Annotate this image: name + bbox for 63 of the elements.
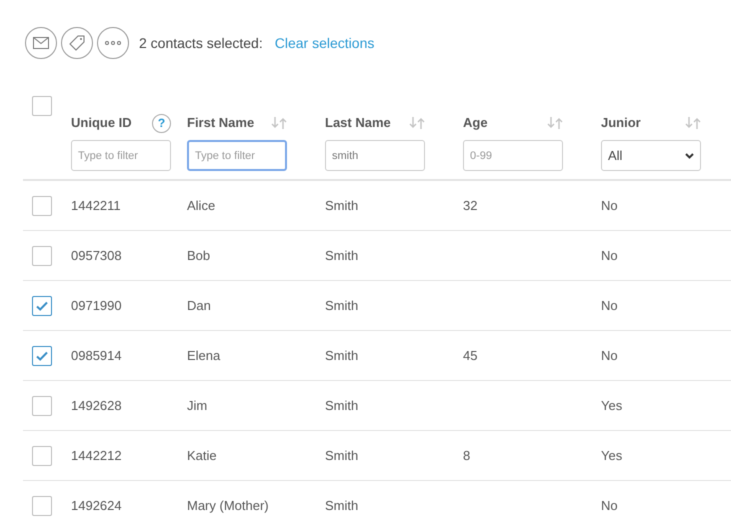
filter-field[interactable]: Type to filter xyxy=(71,140,171,171)
table-cell: 1492628 xyxy=(71,398,122,413)
table-cell: Smith xyxy=(325,398,358,413)
table-cell: Jim xyxy=(187,398,208,413)
more-button[interactable] xyxy=(97,27,129,59)
table-cell: 0985914 xyxy=(71,348,122,363)
table-cell: Yes xyxy=(601,398,622,413)
filter-field[interactable]: smith xyxy=(325,140,425,171)
table-cell: Bob xyxy=(187,248,210,263)
table-cell: Yes xyxy=(601,448,622,463)
table-cell: 0957308 xyxy=(71,248,122,263)
sort-icon[interactable] xyxy=(409,117,425,129)
table-cell: No xyxy=(601,248,618,263)
table-cell: No xyxy=(601,198,618,213)
table-cell: No xyxy=(601,298,618,313)
column-header: Unique ID xyxy=(71,114,132,132)
filter-field[interactable]: Type to filter xyxy=(187,140,287,171)
table-cell: Dan xyxy=(187,298,211,313)
table-cell: Smith xyxy=(325,448,358,463)
filter-field[interactable]: 0-99 xyxy=(463,140,563,171)
tag-button[interactable] xyxy=(61,27,93,59)
checkbox[interactable] xyxy=(32,446,52,466)
table-cell: Smith xyxy=(325,198,358,213)
table-cell: 1442212 xyxy=(71,448,122,463)
checkbox[interactable] xyxy=(32,496,52,516)
help-icon[interactable]: ? xyxy=(152,114,171,132)
envelope-icon xyxy=(33,37,49,49)
table-cell: 0971990 xyxy=(71,298,122,313)
table-cell: 1492624 xyxy=(71,498,122,513)
checkbox[interactable] xyxy=(32,346,52,366)
email-button[interactable] xyxy=(25,27,57,59)
table-cell: Smith xyxy=(325,498,358,513)
table-cell: Smith xyxy=(325,348,358,363)
checkbox[interactable] xyxy=(32,396,52,416)
column-header: Junior xyxy=(601,114,641,132)
tag-icon xyxy=(69,35,85,51)
table-cell: 45 xyxy=(463,348,478,363)
table-cell: Mary (Mother) xyxy=(187,498,269,513)
checkbox[interactable] xyxy=(32,246,52,266)
column-header: Age xyxy=(463,114,488,132)
clear-selections-link[interactable]: Clear selections xyxy=(274,32,374,54)
table-cell: Smith xyxy=(325,298,358,313)
column-header: Last Name xyxy=(325,114,391,132)
table-cell: 8 xyxy=(463,448,470,463)
checkbox[interactable] xyxy=(32,96,52,116)
checkbox[interactable] xyxy=(32,196,52,216)
chevron-down-icon xyxy=(685,152,694,158)
sort-icon[interactable] xyxy=(271,117,287,129)
table-cell: 1442211 xyxy=(71,198,121,213)
checkbox[interactable] xyxy=(32,296,52,316)
sort-icon[interactable] xyxy=(547,117,563,129)
selection-count: 2 contacts selected: xyxy=(139,34,263,52)
more-icon xyxy=(105,41,121,45)
table-cell: Smith xyxy=(325,248,358,263)
junior-select[interactable]: All xyxy=(601,140,701,171)
table-cell: No xyxy=(601,348,618,363)
column-header: First Name xyxy=(187,114,254,132)
sort-icon[interactable] xyxy=(685,117,701,129)
table-cell: 32 xyxy=(463,198,478,213)
table-cell: No xyxy=(601,498,618,513)
table-cell: Alice xyxy=(187,198,216,213)
table-cell: Katie xyxy=(187,448,217,463)
table-cell: Elena xyxy=(187,348,220,363)
